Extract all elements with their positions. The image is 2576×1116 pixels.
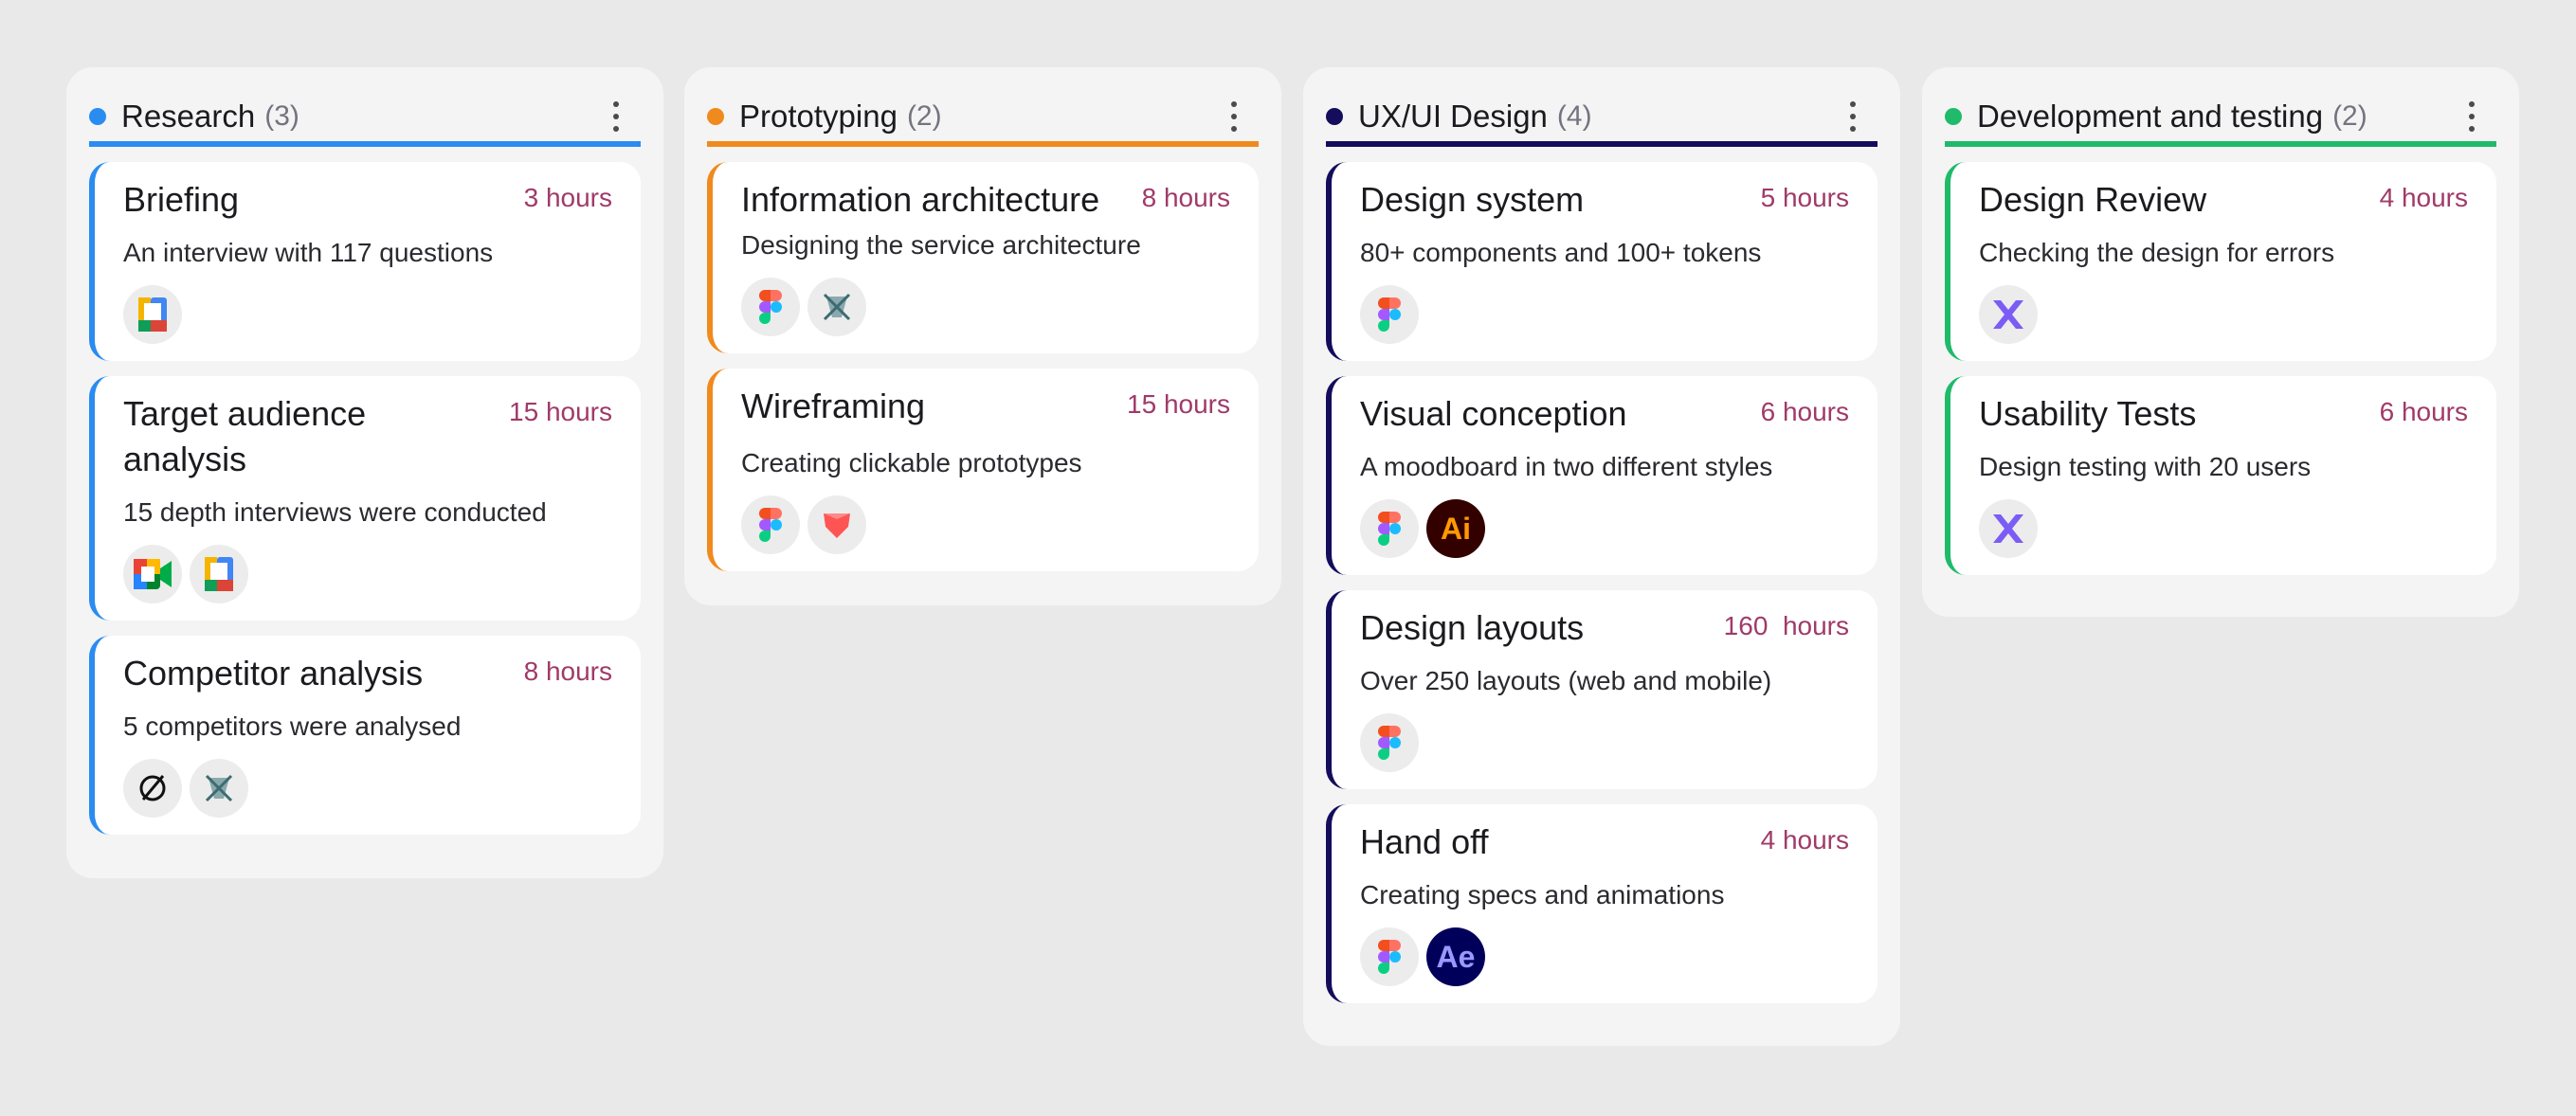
- column-title: Research: [121, 99, 256, 134]
- crossed-tool-icon: [190, 759, 248, 818]
- card-hours: 160 hours: [1723, 611, 1849, 640]
- task-card[interactable]: Usability Tests 6 hours Design testing w…: [1945, 376, 2496, 575]
- more-options-icon[interactable]: [1223, 98, 1245, 135]
- google-docs-icon: [190, 545, 248, 603]
- card-description: Creating clickable prototypes: [741, 448, 1082, 477]
- card-hours: 15 hours: [509, 397, 612, 426]
- figma-icon: [741, 278, 800, 336]
- task-card[interactable]: Briefing 3 hours An interview with 117 q…: [89, 162, 641, 361]
- crossed-tool-icon: [807, 278, 866, 336]
- figma-icon: [1360, 927, 1419, 986]
- after-effects-icon: Ae: [1426, 927, 1485, 986]
- card-description: An interview with 117 questions: [123, 238, 494, 267]
- figma-icon: [741, 495, 800, 554]
- task-card[interactable]: Visual conception 6 hours A moodboard in…: [1326, 376, 1878, 575]
- card-tools: Ai: [1360, 499, 1849, 558]
- card-description: 15 depth interviews were conducted: [123, 497, 547, 527]
- card-hours: 8 hours: [1141, 183, 1230, 212]
- card-tools: [741, 278, 1230, 336]
- card-description: 5 competitors were analysed: [123, 711, 462, 741]
- task-card[interactable]: Information architecture 8 hours Designi…: [707, 162, 1259, 353]
- more-options-icon[interactable]: [2460, 98, 2483, 135]
- card-description: Design testing with 20 users: [1979, 452, 2312, 481]
- column-count: (3): [264, 100, 299, 132]
- column-count: (2): [2332, 100, 2367, 132]
- task-card[interactable]: Design layouts 160 hours Over 250 layout…: [1326, 590, 1878, 789]
- column-prototyping: Prototyping (2) Information architecture…: [684, 67, 1281, 605]
- column-title: Prototyping: [739, 99, 898, 134]
- card-hours: 5 hours: [1760, 183, 1849, 212]
- column-header: Prototyping (2): [707, 92, 1259, 147]
- card-tools: [1979, 285, 2468, 344]
- figma-icon: [1360, 713, 1419, 772]
- task-card[interactable]: Target audience analysis 15 hours 15 dep…: [89, 376, 641, 621]
- column-ux-ui-design: UX/UI Design (4) Design system 5 hours 8…: [1303, 67, 1900, 1046]
- figma-icon: [1360, 499, 1419, 558]
- maze-icon: [1979, 285, 2038, 344]
- protopie-icon: [807, 495, 866, 554]
- figma-icon: [1360, 285, 1419, 344]
- task-card[interactable]: Hand off 4 hours Creating specs and anim…: [1326, 804, 1878, 1003]
- column-header: Research (3): [89, 92, 641, 147]
- card-description: Creating specs and animations: [1360, 880, 1725, 909]
- status-dot-icon: [1945, 108, 1962, 125]
- status-dot-icon: [89, 108, 106, 125]
- card-hours: 6 hours: [2379, 397, 2468, 426]
- task-card[interactable]: Competitor analysis 8 hours 5 competitor…: [89, 636, 641, 835]
- card-description: Designing the service architecture: [741, 230, 1141, 260]
- no-symbol-icon: [123, 759, 182, 818]
- column-header: Development and testing (2): [1945, 92, 2496, 147]
- card-description: 80+ components and 100+ tokens: [1360, 238, 1762, 267]
- column-count: (2): [906, 100, 942, 132]
- card-tools: [123, 759, 612, 818]
- card-hours: 8 hours: [523, 657, 612, 686]
- more-options-icon[interactable]: [605, 98, 627, 135]
- status-dot-icon: [1326, 108, 1343, 125]
- column-header: UX/UI Design (4): [1326, 92, 1878, 147]
- card-description: Checking the design for errors: [1979, 238, 2335, 267]
- more-options-icon[interactable]: [1841, 98, 1864, 135]
- card-hours: 6 hours: [1760, 397, 1849, 426]
- card-hours: 4 hours: [1760, 825, 1849, 855]
- card-tools: [741, 495, 1230, 554]
- task-card[interactable]: Wireframing 15 hours Creating clickable …: [707, 369, 1259, 571]
- column-count: (4): [1556, 100, 1592, 132]
- illustrator-icon: Ai: [1426, 499, 1485, 558]
- card-hours: 4 hours: [2379, 183, 2468, 212]
- card-tools: [123, 285, 612, 344]
- column-research: Research (3) Briefing 3 hours An intervi…: [66, 67, 663, 878]
- column-development-and-testing: Development and testing (2) Design Revie…: [1922, 67, 2519, 617]
- card-description: A moodboard in two different styles: [1360, 452, 1773, 481]
- card-tools: [1360, 285, 1849, 344]
- status-dot-icon: [707, 108, 724, 125]
- kanban-board: Research (3) Briefing 3 hours An intervi…: [0, 0, 2576, 1116]
- column-title: UX/UI Design: [1358, 99, 1548, 134]
- task-card[interactable]: Design system 5 hours 80+ components and…: [1326, 162, 1878, 361]
- card-hours: 15 hours: [1127, 389, 1230, 419]
- google-docs-icon: [123, 285, 182, 344]
- card-tools: [1360, 713, 1849, 772]
- card-tools: [123, 545, 612, 603]
- column-title: Development and testing: [1977, 99, 2324, 134]
- google-meet-icon: [123, 545, 182, 603]
- task-card[interactable]: Design Review 4 hours Checking the desig…: [1945, 162, 2496, 361]
- card-hours: 3 hours: [523, 183, 612, 212]
- card-description: Over 250 layouts (web and mobile): [1360, 666, 1772, 695]
- card-tools: Ae: [1360, 927, 1849, 986]
- maze-icon: [1979, 499, 2038, 558]
- card-tools: [1979, 499, 2468, 558]
